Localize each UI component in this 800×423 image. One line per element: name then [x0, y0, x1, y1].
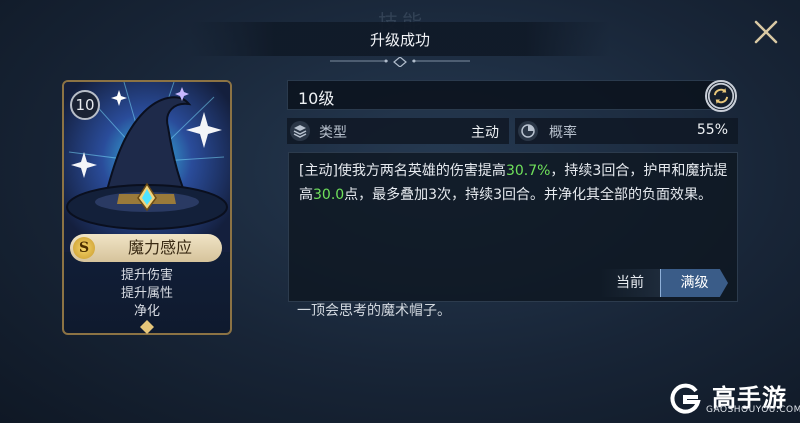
refresh-icon[interactable] [705, 80, 737, 112]
skill-description: [主动]使我方两名英雄的伤害提高30.7%，持续3回合，护甲和魔抗提高30.0点… [299, 163, 728, 203]
type-value: 主动 [471, 125, 499, 141]
type-label: 类型 [319, 125, 347, 141]
skill-name: 魔力感应 [127, 238, 192, 257]
damage-bonus-value: 30.7% [505, 163, 551, 179]
dialog-title: 升级成功 [369, 31, 430, 49]
card-level-badge: 10 [70, 90, 100, 120]
type-stat: 类型 主动 [287, 118, 509, 144]
close-icon[interactable] [752, 18, 780, 46]
brand-logo-icon [670, 383, 701, 414]
layers-icon [290, 121, 310, 141]
card-gem-icon [140, 320, 154, 334]
level-label: 10级 [298, 89, 335, 108]
brand-url: GAOSHOUYOU.COM [706, 405, 800, 415]
effect-2: 提升属性 [120, 286, 173, 301]
level-bar: 10级 [287, 80, 724, 110]
tab-current[interactable]: 当前 [600, 269, 660, 297]
title-ornament-icon [330, 57, 470, 67]
grade-s-icon: S [73, 237, 95, 259]
effect-3: 净化 [133, 304, 160, 319]
skill-name-plate: S 魔力感应 [70, 234, 222, 262]
rate-value: 55% [696, 122, 728, 138]
chance-icon [518, 121, 538, 141]
skill-card: 10 S 魔力感应 提升伤害 提升属性 净化 [62, 80, 232, 335]
armor-bonus-value: 30.0 [313, 187, 345, 203]
effect-1: 提升伤害 [120, 268, 173, 283]
rate-stat: 概率 55% [515, 118, 738, 144]
flavor-text: 一顶会思考的魔术帽子。 [297, 303, 451, 319]
tab-max-level[interactable]: 满级 [660, 269, 728, 297]
rate-label: 概率 [549, 125, 577, 141]
